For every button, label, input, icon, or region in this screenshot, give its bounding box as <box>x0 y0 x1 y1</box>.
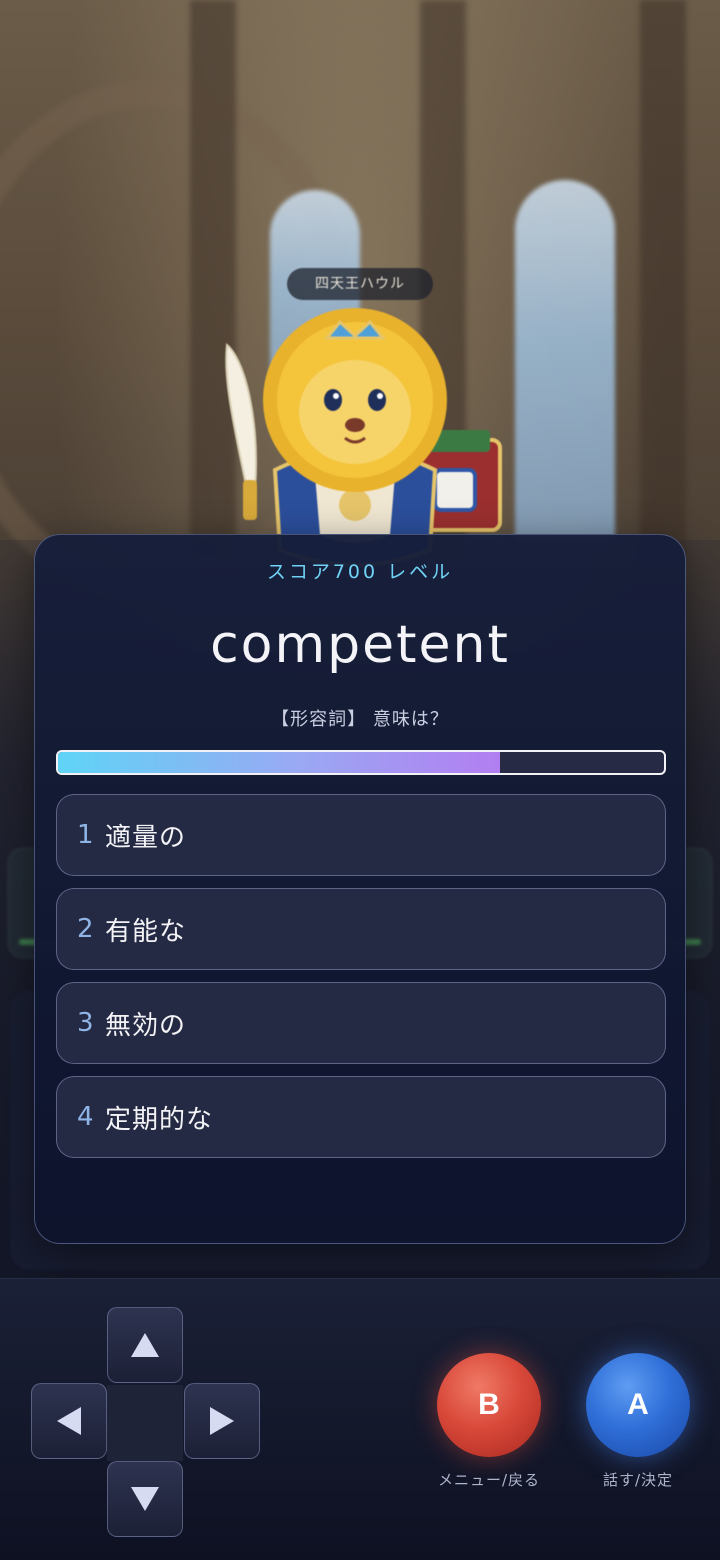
answer-option-1[interactable]: 1 適量の <box>56 794 666 876</box>
quiz-prompt: 【形容詞】 意味は？ <box>271 709 449 730</box>
answer-option-2[interactable]: 2 有能な <box>56 888 666 970</box>
option-text: 定期的な <box>105 1104 214 1135</box>
answer-option-4[interactable]: 4 定期的な <box>56 1076 666 1158</box>
answer-timer-bar <box>56 750 666 775</box>
a-button-caption: 話す/決定 <box>602 1471 674 1489</box>
dpad-left-button[interactable] <box>31 1383 107 1459</box>
vocab-quiz-panel: スコア700 レベル competent 【形容詞】 意味は？ 1 適量の 2 … <box>34 534 686 1244</box>
quiz-level-label: スコア700 レベル <box>266 561 454 583</box>
dpad-center <box>107 1385 183 1461</box>
dpad-up-button[interactable] <box>107 1307 183 1383</box>
dpad-right-button[interactable] <box>184 1383 260 1459</box>
option-text: 無効の <box>105 1010 187 1041</box>
virtual-controller: B メニュー/戻る A 話す/決定 <box>0 1278 720 1560</box>
option-number: 3 <box>77 1008 94 1038</box>
speaker-name-tag: 四天王ハウル <box>287 268 433 300</box>
b-button-caption: メニュー/戻る <box>437 1471 541 1489</box>
arrow-left-icon <box>57 1407 81 1435</box>
arched-window <box>515 180 615 540</box>
dpad-down-button[interactable] <box>107 1461 183 1537</box>
option-number: 4 <box>77 1102 94 1132</box>
answer-timer-fill <box>58 752 501 773</box>
option-text: 適量の <box>105 822 187 853</box>
arrow-right-icon <box>210 1407 234 1435</box>
arrow-down-icon <box>131 1487 159 1511</box>
quiz-word: competent <box>210 615 510 675</box>
option-text: 有能な <box>105 916 187 947</box>
a-button[interactable]: A <box>586 1353 690 1457</box>
option-number: 1 <box>77 820 94 850</box>
b-button[interactable]: B <box>437 1353 541 1457</box>
arrow-up-icon <box>131 1333 159 1357</box>
option-number: 2 <box>77 914 94 944</box>
answer-option-3[interactable]: 3 無効の <box>56 982 666 1064</box>
pillar <box>640 0 686 560</box>
